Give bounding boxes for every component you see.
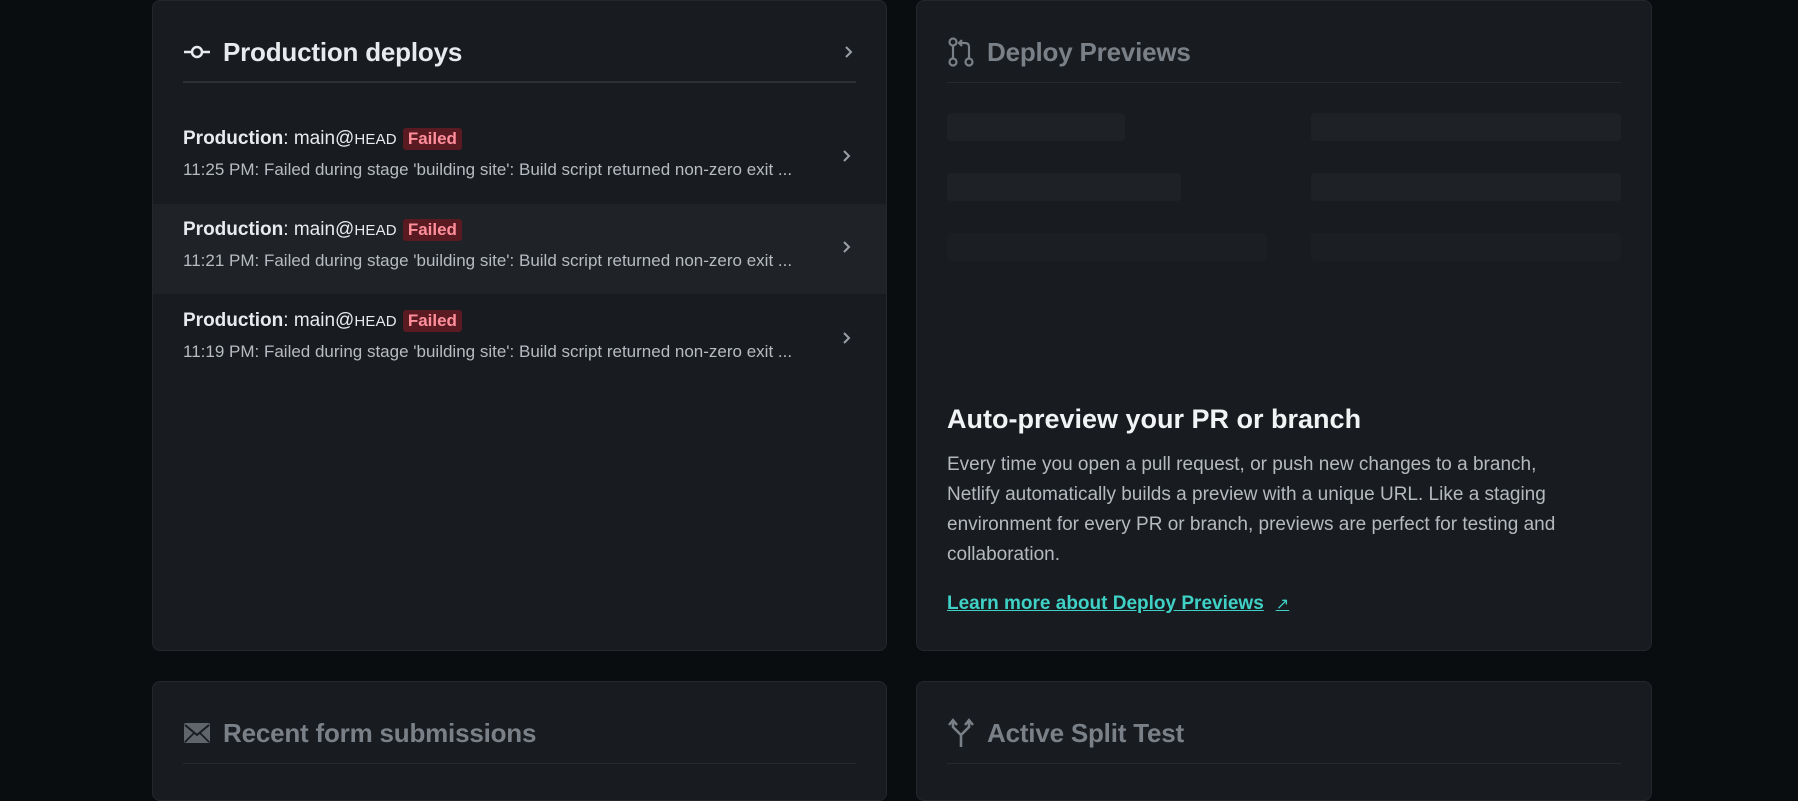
chevron-right-icon — [840, 240, 854, 254]
skeleton-placeholder — [947, 173, 1181, 201]
deploy-message: 11:25 PM: Failed during stage 'building … — [183, 160, 793, 179]
skeleton-placeholder — [1311, 233, 1621, 261]
envelope-icon — [183, 719, 211, 747]
learn-more-link[interactable]: Learn more about Deploy Previews ↗ — [947, 593, 1289, 615]
split-test-title: Active Split Test — [987, 717, 1184, 748]
recent-forms-header: Recent form submissions — [183, 716, 856, 764]
split-test-header: Active Split Test — [947, 716, 1621, 764]
learn-more-link-text: Learn more about Deploy Previews — [947, 593, 1264, 614]
skeleton-placeholder — [947, 113, 1125, 141]
deploy-row[interactable]: Production: main@ HEAD Failed 11:25 PM: … — [153, 113, 886, 203]
split-test-card: Active Split Test — [916, 681, 1652, 801]
deploy-previews-card: Deploy Previews Auto-preview your PR or … — [916, 0, 1652, 651]
deploy-branch: main@ — [293, 310, 355, 331]
skeleton-placeholder — [1311, 113, 1621, 141]
deploy-ref: HEAD — [354, 130, 397, 148]
pull-request-icon — [947, 37, 975, 67]
deploy-row[interactable]: Production: main@ HEAD Failed 11:19 PM: … — [153, 295, 886, 385]
chevron-right-icon — [840, 149, 854, 163]
chevron-right-icon — [840, 331, 854, 345]
deploy-label: Production — [183, 128, 284, 149]
status-badge: Failed — [402, 128, 462, 150]
status-badge: Failed — [402, 310, 462, 332]
deploy-previews-title: Deploy Previews — [987, 36, 1191, 67]
commit-icon — [183, 38, 211, 66]
recent-forms-card: Recent form submissions — [152, 681, 887, 801]
production-deploys-card: Production deploys Production: main@ HEA… — [152, 0, 887, 651]
deploy-branch: main@ — [293, 128, 355, 149]
production-deploys-header[interactable]: Production deploys — [183, 35, 856, 83]
deploy-row[interactable]: Production: main@ HEAD Failed 11:21 PM: … — [153, 204, 886, 294]
preview-heading: Auto-preview your PR or branch — [947, 404, 1362, 434]
recent-forms-title: Recent form submissions — [223, 717, 537, 748]
preview-description: Every time you open a pull request, or p… — [947, 454, 1556, 565]
status-badge: Failed — [402, 219, 462, 241]
deploy-ref: HEAD — [354, 221, 397, 239]
chevron-right-icon — [842, 45, 856, 59]
deploy-message: 11:21 PM: Failed during stage 'building … — [183, 251, 793, 270]
external-arrow-icon: ↗ — [1275, 596, 1290, 613]
skeleton-placeholder — [1311, 173, 1621, 201]
deploy-previews-header: Deploy Previews — [947, 35, 1621, 83]
skeleton-placeholder — [947, 233, 1267, 261]
deploy-ref: HEAD — [354, 312, 397, 330]
deploy-label: Production — [183, 219, 284, 240]
deploy-label: Production — [183, 310, 284, 331]
production-deploys-title: Production deploys — [223, 36, 463, 67]
split-arrows-icon — [947, 718, 975, 747]
deploy-branch: main@ — [293, 219, 355, 240]
deploy-message: 11:19 PM: Failed during stage 'building … — [183, 342, 793, 361]
